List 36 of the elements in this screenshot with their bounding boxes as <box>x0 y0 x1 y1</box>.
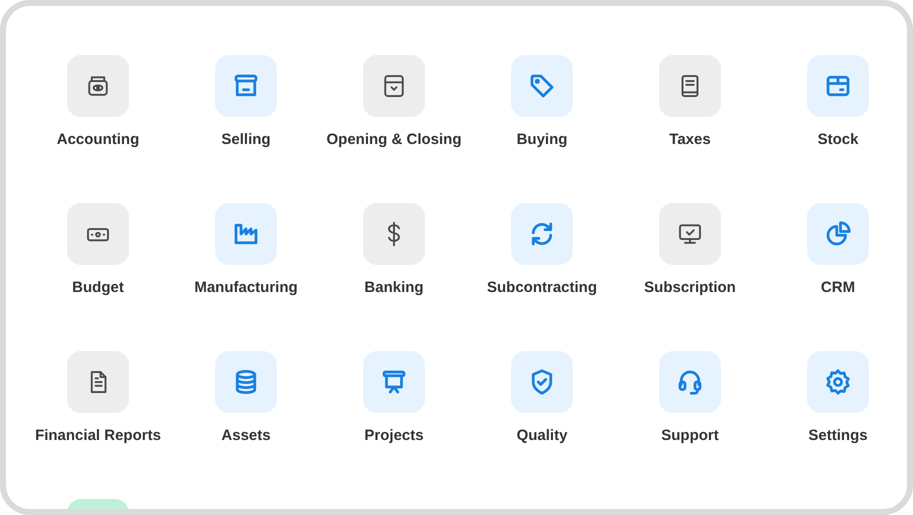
module-label[interactable]: Subscription <box>644 279 736 296</box>
module-label[interactable]: Quality <box>516 427 568 444</box>
module-label[interactable]: CRM <box>820 279 856 296</box>
module-tile[interactable] <box>659 351 721 413</box>
module-tile[interactable] <box>363 55 425 117</box>
module-tile[interactable] <box>807 351 869 413</box>
module-tile[interactable] <box>807 55 869 117</box>
module-tile[interactable] <box>807 203 869 265</box>
module-label[interactable]: Taxes <box>669 131 711 148</box>
module-label[interactable]: Selling <box>221 131 271 148</box>
module-label[interactable]: Stock <box>818 131 858 148</box>
module-tile[interactable] <box>511 55 573 117</box>
module-tile[interactable] <box>659 203 721 265</box>
module-label[interactable]: Financial Reports <box>35 427 161 444</box>
module-tile[interactable] <box>363 351 425 413</box>
module-label[interactable]: Banking <box>364 279 424 296</box>
module-tile[interactable] <box>363 203 425 265</box>
module-label[interactable]: Projects <box>364 427 424 444</box>
module-tile[interactable] <box>67 351 129 413</box>
module-tile[interactable] <box>511 203 573 265</box>
module-tile[interactable] <box>215 203 277 265</box>
module-tile[interactable] <box>67 203 129 265</box>
module-label[interactable]: Accounting <box>56 131 140 148</box>
module-label[interactable]: Budget <box>72 279 124 296</box>
module-label[interactable]: Support <box>661 427 719 444</box>
module-tile[interactable] <box>511 351 573 413</box>
module-label[interactable]: Opening & Closing <box>326 131 462 148</box>
module-label[interactable]: Buying <box>516 131 568 148</box>
module-label[interactable]: Subcontracting <box>486 279 597 296</box>
module-label[interactable]: Settings <box>808 427 868 444</box>
module-label[interactable]: Manufacturing <box>194 279 298 296</box>
module-tile[interactable] <box>67 55 129 117</box>
module-tile[interactable] <box>659 55 721 117</box>
module-label[interactable]: Assets <box>221 427 271 444</box>
module-tile[interactable] <box>215 351 277 413</box>
module-tile[interactable] <box>215 55 277 117</box>
